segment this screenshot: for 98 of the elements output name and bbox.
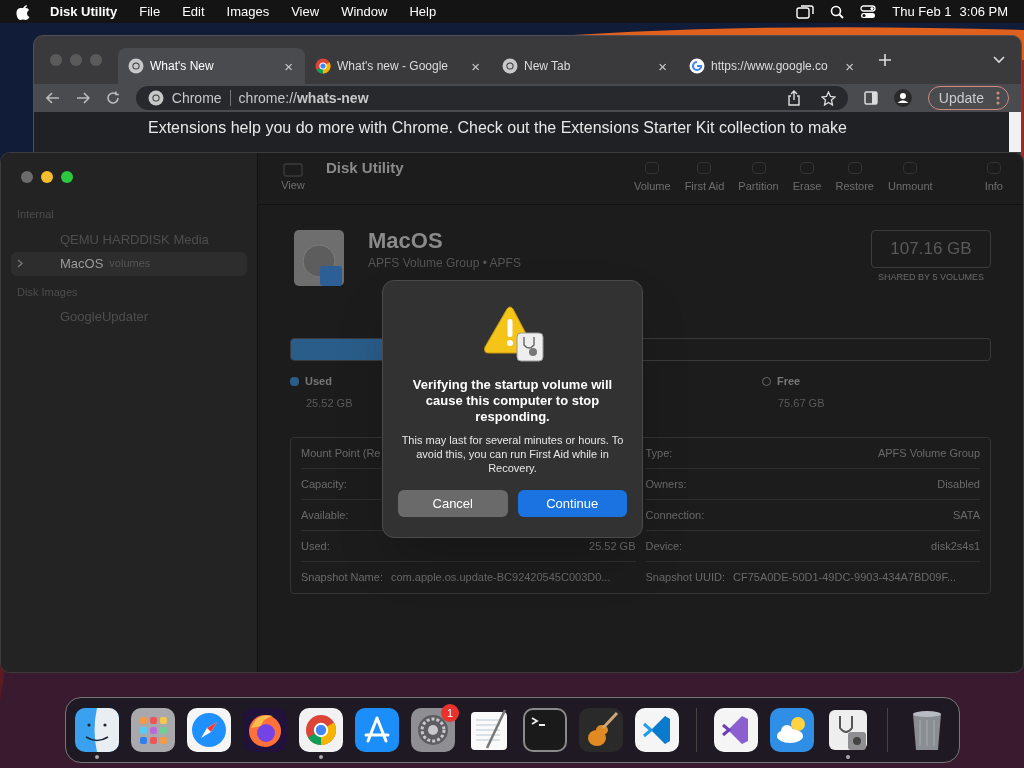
close-tab-button[interactable]: ×: [843, 58, 856, 74]
forward-icon[interactable]: [75, 92, 90, 104]
info-label: Available:: [301, 507, 349, 523]
disclosure-chevron-icon[interactable]: [17, 259, 23, 268]
app-menu[interactable]: Disk Utility: [50, 1, 118, 22]
info-value: disk2s4s1: [931, 538, 980, 554]
menu-item[interactable]: File: [139, 1, 161, 22]
free-label: Free: [777, 374, 801, 389]
code-editor-icon[interactable]: [635, 708, 679, 752]
chrome-icon: [147, 90, 164, 106]
reload-icon[interactable]: [105, 91, 120, 105]
info-value: Disabled: [937, 476, 980, 492]
zoom-button[interactable]: [61, 171, 73, 183]
tab-title: What's New: [150, 58, 215, 75]
info-label: Used:: [301, 538, 330, 554]
apple-icon[interactable]: [16, 3, 30, 20]
finder-icon[interactable]: [75, 708, 119, 752]
dialog-button[interactable]: Cancel: [398, 490, 508, 517]
close-button[interactable]: [21, 171, 33, 183]
menu-item[interactable]: Window: [341, 1, 388, 22]
scrollbar[interactable]: [1009, 112, 1021, 152]
info-label: Snapshot UUID:: [645, 570, 725, 586]
back-icon[interactable]: [46, 92, 60, 104]
control-center-icon[interactable]: [860, 4, 877, 19]
browser-tab[interactable]: New Tab ×: [492, 48, 679, 84]
sidebar-toggle-icon[interactable]: [283, 163, 303, 178]
chrome-icon[interactable]: [299, 708, 343, 752]
free-value: 75.67 GB: [778, 395, 825, 411]
browser-tab[interactable]: What's new - Google ×: [305, 48, 492, 84]
menu-bar-time[interactable]: 3:06 PM: [959, 1, 1008, 22]
close-tab-button[interactable]: ×: [656, 58, 669, 74]
tab-title: What's new - Google: [337, 58, 449, 75]
star-icon[interactable]: [820, 90, 836, 106]
windows-icon[interactable]: [796, 4, 815, 19]
menu-item[interactable]: Help: [409, 1, 437, 22]
minimize-button[interactable]: [41, 171, 53, 183]
chrome-icon: [128, 58, 144, 74]
chevron-down-icon[interactable]: [993, 56, 1005, 64]
item-name: MacOS: [60, 254, 104, 273]
running-indicator: [846, 755, 850, 759]
google-icon: [689, 58, 705, 74]
url-text: chrome://whats-new: [238, 88, 369, 108]
address-bar[interactable]: Chrome chrome://whats-new: [135, 86, 848, 110]
info-value: com.apple.os.update-BC92420545C003D0...: [390, 570, 611, 586]
dialog-title: Verifying the startup volume will cause this computer to stop responding.: [411, 377, 614, 425]
guitar-icon[interactable]: [579, 708, 623, 752]
info-label: Snapshot Name:: [301, 570, 383, 586]
close-tab-button[interactable]: ×: [469, 58, 482, 74]
info-label: Type:: [645, 445, 673, 461]
gear-icon[interactable]: [411, 708, 455, 752]
site-label: Chrome: [171, 88, 222, 108]
chrome-icon: [315, 58, 331, 74]
view-label: View: [281, 178, 305, 194]
search-icon[interactable]: [830, 4, 845, 19]
running-indicator: [95, 755, 99, 759]
app-store-icon[interactable]: [355, 708, 399, 752]
terminal-icon[interactable]: [523, 708, 567, 752]
dialog-button[interactable]: Continue: [517, 490, 627, 517]
firefox-icon[interactable]: [243, 708, 287, 752]
weather-icon[interactable]: [770, 708, 814, 752]
menu-item[interactable]: Images: [226, 1, 270, 22]
dialog-message: This may last for several minutes or hours. To avoid this, you can run First Aid while in Recovery.: [400, 433, 625, 475]
used-value: 25.52 GB: [306, 395, 353, 411]
info-label: Capacity:: [301, 476, 347, 492]
info-value: SATA: [952, 507, 980, 523]
info-label: Owners:: [645, 476, 687, 492]
share-icon[interactable]: [786, 90, 801, 106]
visual-studio-icon[interactable]: [714, 708, 758, 752]
profile-icon[interactable]: [893, 89, 912, 107]
tab-title: https://www.google.co: [711, 58, 829, 75]
used-label: Used: [305, 374, 332, 389]
info-value: 25.52 GB: [589, 538, 636, 554]
more-icon: [996, 91, 1000, 105]
info-label: Mount Point (Re: [301, 445, 381, 461]
new-tab-icon[interactable]: [878, 53, 892, 67]
running-indicator: [319, 755, 323, 759]
menu-item[interactable]: Edit: [182, 1, 205, 22]
browser-tab[interactable]: What's New ×: [118, 48, 305, 84]
side-panel-icon[interactable]: [863, 91, 878, 105]
volume-type: APFS Volume Group • APFS: [368, 255, 521, 272]
info-label: Device:: [645, 538, 683, 554]
window-title: Disk Utility: [326, 158, 404, 179]
capacity-value: 107.16 GB: [890, 238, 972, 261]
chrome-icon: [502, 58, 518, 74]
notification-badge: 1: [441, 704, 459, 722]
page-text: Extensions help you do more with Chrome. Check out the Extensions Starter Kit collection to make: [147, 118, 847, 138]
menu-bar-date[interactable]: Thu Feb 1: [892, 1, 952, 22]
browser-tab[interactable]: https://www.google.co ×: [679, 48, 866, 84]
volume-name: MacOS: [368, 228, 444, 254]
info-label: Connection:: [645, 507, 705, 523]
info-value: CF75A0DE-50D1-49DC-9903-434A7BD09F...: [733, 570, 957, 586]
tab-title: New Tab: [524, 58, 572, 75]
compass-icon[interactable]: [187, 708, 231, 752]
close-tab-button[interactable]: ×: [282, 58, 295, 74]
menu-item[interactable]: View: [291, 1, 320, 22]
launchpad-icon[interactable]: [131, 708, 175, 752]
info-value: APFS Volume Group: [877, 445, 980, 461]
shared-caption: SHARED BY 5 VOLUMES: [878, 271, 984, 284]
